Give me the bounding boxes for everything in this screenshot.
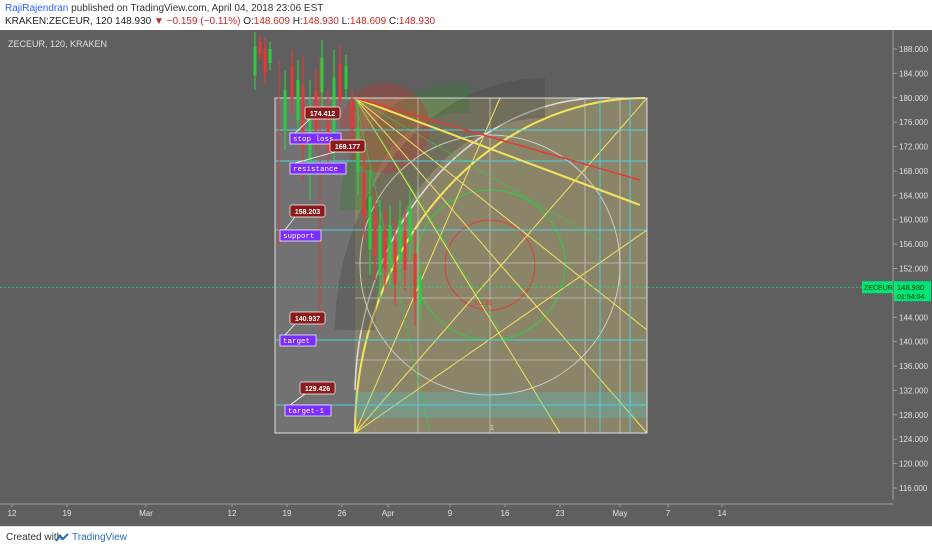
- candle-body: [290, 66, 294, 99]
- candle-body: [258, 41, 262, 54]
- level-value: 158.203: [295, 209, 320, 216]
- price-tick-label: 164.000: [899, 191, 928, 200]
- tradingview-logo-icon: [55, 533, 69, 542]
- high-value: 148.930: [302, 16, 339, 27]
- fib-circle-inner: [340, 83, 430, 173]
- candle-body: [388, 225, 392, 265]
- level-label: support: [283, 233, 315, 241]
- time-tick-label: Apr: [382, 509, 395, 518]
- created-with: Created with: [6, 532, 63, 543]
- level-label: stop loss: [293, 136, 334, 144]
- candle-body: [403, 230, 407, 270]
- candle-body: [320, 57, 324, 93]
- price-tick-label: 140.000: [899, 338, 928, 347]
- candle-body: [263, 49, 267, 74]
- time-tick-label: 16: [501, 509, 510, 518]
- chart-area[interactable]: 174.412 stop loss 169.177 resistance 158.203…: [0, 30, 932, 526]
- footer: Created with TradingView: [0, 526, 932, 550]
- level-value: 129.426: [305, 386, 330, 393]
- level-value: 169.177: [335, 144, 360, 151]
- candle-body: [296, 80, 300, 120]
- target-zone: [355, 392, 647, 418]
- last-price: 148.930: [115, 16, 152, 27]
- price-tick-label: 180.000: [899, 94, 928, 103]
- candle-body: [408, 207, 412, 243]
- candle-body: [378, 225, 382, 275]
- price-tick-label: 116.000: [899, 484, 928, 493]
- price-tick-label: 184.000: [899, 69, 928, 78]
- price-tick-label: 128.000: [899, 411, 928, 420]
- candle-body: [350, 102, 354, 128]
- price-tick-label: 160.000: [899, 216, 928, 225]
- fib-annotation: 0.236: [475, 300, 493, 307]
- price-tick-label: 136.000: [899, 362, 928, 371]
- time-tick-label: May: [612, 509, 627, 518]
- price-tag-countdown: 01:54:04: [897, 294, 924, 301]
- candle-body: [332, 77, 336, 133]
- time-tick-label: 12: [228, 509, 237, 518]
- author-link[interactable]: RajiRajendran: [5, 3, 68, 14]
- time-tick-label: 9: [448, 509, 453, 518]
- price-tick-label: 124.000: [899, 435, 928, 444]
- low-label: L:: [341, 16, 350, 27]
- candle-body: [362, 172, 366, 218]
- time-tick-label: Mar: [139, 509, 153, 518]
- open-value: 148.609: [253, 16, 290, 27]
- tradingview-brand[interactable]: TradingView: [72, 532, 127, 543]
- time-tick-label: 26: [338, 509, 347, 518]
- candle-body: [368, 196, 372, 249]
- candle-body: [268, 49, 272, 63]
- price-tick-label: 144.000: [899, 313, 928, 322]
- fib-annotation: 1: [490, 425, 494, 432]
- published-text: published on TradingView.com, April 04, …: [71, 3, 324, 14]
- time-tick-label: 14: [718, 509, 727, 518]
- close-value: 148.930: [398, 16, 436, 27]
- high-label: H:: [292, 16, 303, 27]
- price-tick-label: 168.000: [899, 167, 928, 176]
- price-tick-label: 176.000: [899, 118, 928, 127]
- low-value: 148.609: [349, 16, 387, 27]
- price-axis[interactable]: 188.000 184.000 180.000 176.000 172.000 168.0…: [893, 45, 928, 493]
- publish-line: RajiRajendran published on TradingView.c…: [5, 3, 323, 14]
- price-change: ▼ −0.159 (−0.11%): [153, 16, 241, 27]
- candle-body: [418, 275, 422, 305]
- close-label: C:: [388, 16, 399, 27]
- candle-body: [398, 220, 402, 260]
- price-tick-label: 172.000: [899, 143, 928, 152]
- time-tick-label: 23: [556, 509, 565, 518]
- candle-body: [338, 63, 342, 102]
- level-label: target-1: [288, 408, 325, 416]
- candle-body: [373, 212, 377, 258]
- price-chart[interactable]: 174.412 stop loss169.177 resistance 158.203…: [0, 30, 932, 526]
- price-tick-label: 156.000: [899, 240, 928, 249]
- symbol-label: KRAKEN:ZECEUR, 120: [5, 16, 113, 27]
- candle-body: [253, 46, 257, 76]
- ohlc-line: KRAKEN:ZECEUR, 120 148.930 ▼ −0.159 (−0.…: [5, 16, 435, 27]
- time-tick-label: 19: [63, 509, 72, 518]
- time-axis[interactable]: 12 19 Mar 12 19 26 Apr 9 16 23 May 7 14: [8, 504, 727, 518]
- candle-body: [283, 90, 287, 130]
- symbol-tag-label: ZECEUR: [864, 285, 893, 292]
- candle-body: [413, 253, 417, 302]
- time-tick-label: 12: [8, 509, 17, 518]
- candle-body: [393, 241, 397, 284]
- chart-title: ZECEUR, 120, KRAKEN: [8, 39, 107, 49]
- chart-header: RajiRajendran published on TradingView.c…: [0, 0, 932, 30]
- candle-body: [344, 66, 348, 89]
- time-tick-label: 19: [283, 509, 292, 518]
- level-value: 174.412: [310, 111, 335, 118]
- open-label: O:: [243, 16, 254, 27]
- candle-body: [383, 230, 387, 270]
- price-tick-label: 188.000: [899, 45, 928, 54]
- level-value: 140.937: [295, 316, 320, 323]
- time-tick-label: 7: [666, 509, 671, 518]
- price-tag-value: 148.930: [897, 283, 924, 292]
- price-tick-label: 132.000: [899, 386, 928, 395]
- price-tick-label: 120.000: [899, 460, 928, 469]
- level-label: resistance: [293, 166, 338, 174]
- price-tick-label: 152.000: [899, 265, 928, 274]
- level-label: target: [283, 338, 310, 346]
